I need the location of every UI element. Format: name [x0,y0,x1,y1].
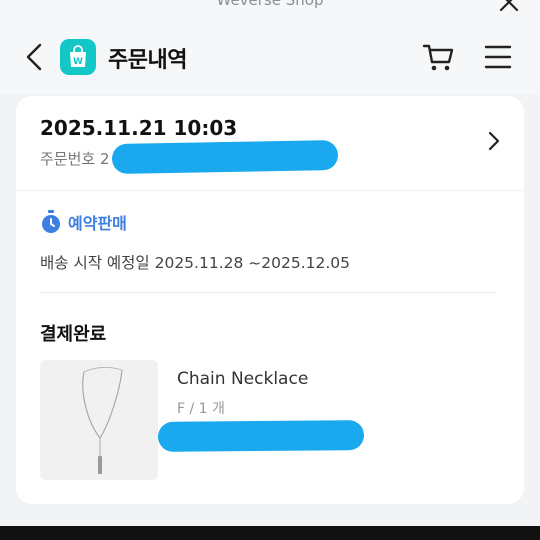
chevron-left-icon[interactable] [20,42,50,72]
product-thumbnail[interactable] [40,360,158,480]
order-number: 주문번호 2 [40,148,110,169]
necklace-image [82,366,123,474]
divider [16,190,524,191]
page-title: 주문내역 [108,48,187,73]
browser-title: Weverse Shop [216,0,324,9]
product-name[interactable]: Chain Necklace [177,369,308,389]
browser-top-strip: Weverse Shop [0,0,540,20]
payment-status: 결제완료 [40,324,107,345]
hamburger-menu-icon[interactable] [484,44,512,70]
order-number-label: 주문번호 [40,150,96,168]
order-number-value: 2 [99,150,110,168]
bottom-bar [0,526,540,540]
cart-icon[interactable] [422,40,456,74]
preorder-label: 예약판매 [68,214,127,233]
chevron-right-icon[interactable] [486,130,502,152]
app-header: W 주문내역 [0,20,540,94]
logo-letter: W [73,57,83,67]
order-date: 2025.11.21 10:03 [40,116,238,140]
shipping-schedule: 배송 시작 예정일 2025.11.28 ~2025.12.05 [40,254,351,272]
close-icon[interactable] [498,0,520,12]
product-option: F / 1 개 [177,401,225,417]
shopping-bag-icon: W [60,39,96,75]
divider [40,292,496,293]
stopwatch-icon [42,210,60,233]
redaction-scribble [157,420,365,452]
order-card: 2025.11.21 10:03 주문번호 2 예약판매 배송 시작 예정일 2… [16,96,524,504]
redaction-scribble [111,140,339,174]
